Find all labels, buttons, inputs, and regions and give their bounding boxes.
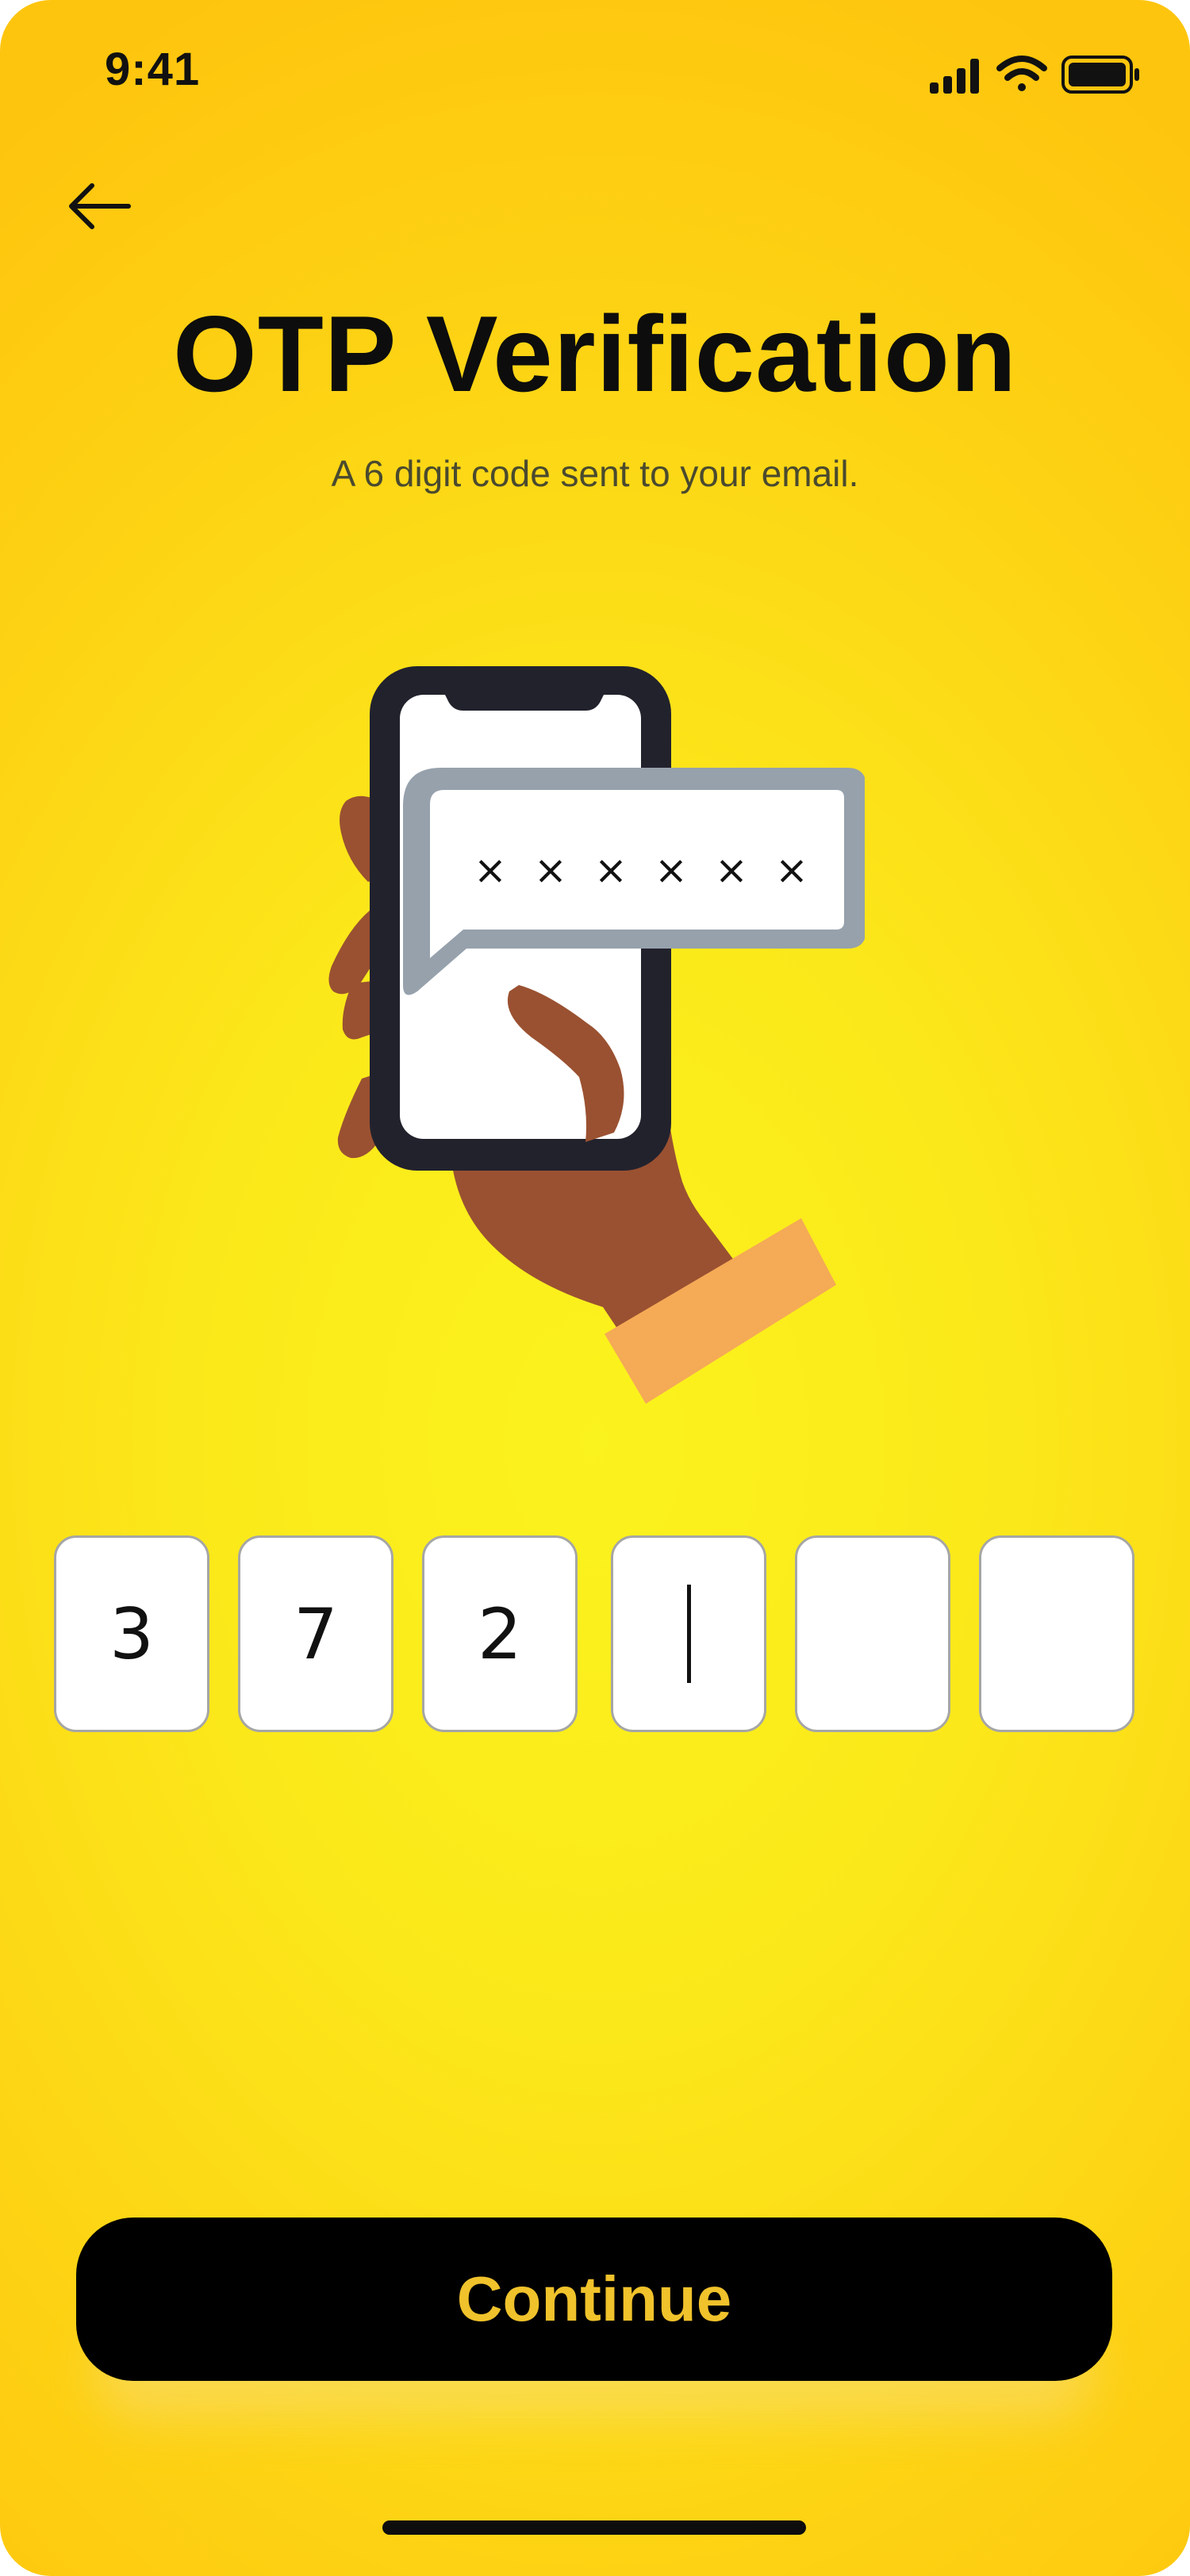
page-subtitle: A 6 digit code sent to your email. [331,453,859,494]
otp-digit-3[interactable]: 2 [422,1535,578,1732]
home-indicator [382,2520,806,2535]
masked-digit: × [775,847,808,893]
status-time: 9:41 [105,44,201,95]
masked-digit: × [474,847,507,893]
continue-button[interactable]: Continue [76,2218,1112,2381]
signal-icon [930,59,979,94]
page-title: OTP Verification [172,293,1018,414]
masked-digit: × [715,847,748,893]
masked-digit: × [654,847,688,893]
otp-digit-6[interactable] [979,1535,1134,1732]
otp-digit-1[interactable]: 3 [54,1535,209,1732]
masked-digit: × [534,847,567,893]
otp-verification-screen: 9:41 OTP Verification A 6 digit code sen… [0,0,1190,2576]
status-icons [930,56,1139,94]
wifi-icon [996,56,1047,91]
battery-icon [1061,56,1139,94]
back-arrow-icon[interactable] [63,176,135,236]
otp-digit-4[interactable] [611,1535,766,1732]
otp-digit-2[interactable]: 7 [238,1535,393,1732]
otp-digit-5[interactable] [795,1535,950,1732]
otp-input-group: 3 7 2 [54,1535,1136,1735]
masked-digit: × [594,847,628,893]
hand-phone-message-icon: × × × × × × [328,666,865,1404]
text-cursor [686,1585,691,1683]
